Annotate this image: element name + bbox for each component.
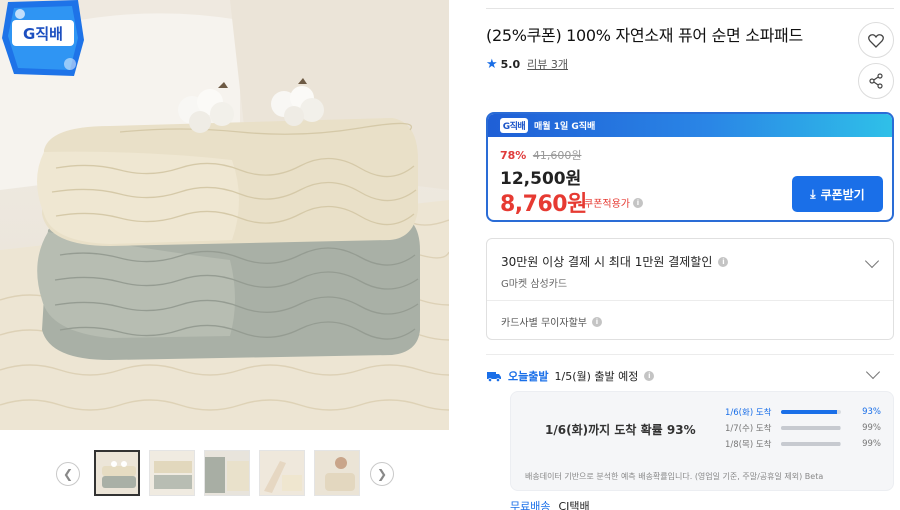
price-card-header: G직배 매월 1일 G직배 (488, 114, 892, 137)
arrival-percent: 99% (862, 423, 881, 433)
thumbnail-strip: ❮ ❯ (0, 430, 449, 510)
shipping-method-row: 무료배송 CJ택배 (510, 498, 590, 510)
thumbnail-image (205, 451, 249, 495)
chevron-right-icon: ❯ (376, 467, 388, 481)
card-box-divider (487, 300, 893, 301)
info-icon[interactable]: i (644, 371, 655, 381)
ship-date: 1/5(월) 출발 예정 (554, 370, 639, 383)
coupon-price: 8,760원 (500, 192, 587, 217)
download-icon: ⤓ (810, 186, 816, 201)
arrival-probability-text: 1/6(화)까지 도착 확률 93% (545, 423, 696, 437)
coupon-button-label: 쿠폰받기 (820, 187, 865, 202)
thumbnail-4[interactable] (259, 450, 305, 496)
card-discount-headline: 30만원 이상 결제 시 최대 1만원 결제할인 (501, 255, 713, 269)
product-info-panel: (25%쿠폰) 100% 자연소재 퓨어 순면 소파패드 ★ 5.0 리뷰 3개… (486, 0, 894, 510)
share-button[interactable] (858, 63, 894, 99)
info-icon[interactable]: i (591, 316, 602, 327)
arrival-percent: 99% (862, 439, 881, 449)
card-discount-box[interactable]: 30만원 이상 결제 시 최대 1만원 결제할인 i G마켓 삼성카드 카드사별… (486, 238, 894, 340)
get-coupon-button[interactable]: ⤓ 쿠폰받기 (792, 176, 883, 212)
share-icon (869, 73, 883, 89)
delivery-row: 오늘출발 1/5(월) 출발 예정 i (486, 368, 655, 384)
probability-bar (781, 426, 841, 430)
chevron-left-icon: ❮ (62, 467, 74, 481)
top-divider (486, 8, 894, 9)
truck-icon (487, 372, 501, 382)
info-icon[interactable]: i (633, 197, 643, 208)
installment-label: 카드사별 무이자할부 (501, 318, 587, 329)
thumbnail-2[interactable] (149, 450, 195, 496)
g-direct-shipping-badge: G직배 (2, 0, 84, 76)
carrier-name: CJ택배 (558, 500, 590, 510)
arrival-percent: 93% (862, 407, 881, 417)
chevron-down-icon[interactable] (865, 364, 881, 380)
info-icon[interactable]: i (718, 256, 729, 267)
delivery-divider (486, 354, 894, 355)
review-count-link[interactable]: 리뷰 3개 (527, 56, 568, 72)
thumbnail-prev-button[interactable]: ❮ (56, 462, 80, 486)
arrival-probability-list: 1/6(화) 도착 93% 1/7(수) 도착 99% 1/8(목) 도착 99% (725, 404, 885, 452)
coupon-price-label: 쿠폰적용가 i (584, 195, 643, 210)
installment-row[interactable]: 카드사별 무이자할부 i (501, 314, 602, 329)
product-main-image[interactable]: G직배 (0, 0, 449, 430)
heart-icon (868, 33, 884, 48)
chevron-down-icon[interactable] (864, 253, 880, 269)
discount-row: 78% 41,600원 (500, 147, 581, 163)
probability-bar-fill (781, 426, 841, 430)
thumbnail-image (150, 451, 194, 495)
arrival-date: 1/7(수) 도착 (725, 424, 772, 434)
price-card-header-text: 매월 1일 G직배 (534, 122, 596, 132)
coupon-label-text: 쿠폰적용가 (584, 199, 630, 210)
rating-row: ★ 5.0 리뷰 3개 (486, 56, 568, 72)
card-name: G마켓 삼성카드 (501, 279, 568, 290)
card-discount-headline-row: 30만원 이상 결제 시 최대 1만원 결제할인 i (501, 253, 729, 270)
star-icon: ★ (486, 56, 498, 72)
thumbnail-1[interactable] (94, 450, 140, 496)
arrival-probability-row: 1/8(목) 도착 99% (725, 436, 885, 452)
probability-bar (781, 410, 841, 414)
thumbnail-image (260, 451, 304, 495)
arrival-date: 1/8(목) 도착 (725, 440, 772, 450)
g-direct-badge: G직배 (500, 118, 528, 133)
thumbnail-image (96, 452, 138, 494)
today-ship-label: 오늘출발 (508, 370, 549, 383)
thumbnail-image (315, 451, 359, 495)
arrival-probability-row: 1/7(수) 도착 99% (725, 420, 885, 436)
thumbnail-next-button[interactable]: ❯ (370, 462, 394, 486)
delivery-probability-box: 1/6(화)까지 도착 확률 93% 1/6(화) 도착 93% 1/7(수) 도착… (510, 391, 894, 491)
probability-bar (781, 442, 841, 446)
original-price: 41,600원 (532, 149, 582, 162)
rating-score: 5.0 (500, 57, 521, 71)
probability-bar-fill (781, 442, 841, 446)
thumbnail-5[interactable] (314, 450, 360, 496)
arrival-date: 1/6(화) 도착 (725, 408, 772, 418)
price-card: G직배 매월 1일 G직배 78% 41,600원 12,500원 8,760원… (486, 112, 894, 222)
probability-bar-fill (781, 410, 837, 414)
thumbnail-3[interactable] (204, 450, 250, 496)
discount-rate: 78% (500, 149, 527, 162)
arrival-probability-row: 1/6(화) 도착 93% (725, 404, 885, 420)
probability-note: 배송데이터 기반으로 분석한 예측 배송확률입니다. (영업일 기준, 주말/공… (525, 472, 824, 481)
free-shipping-link[interactable]: 무료배송 (510, 498, 550, 510)
wishlist-button[interactable] (858, 22, 894, 58)
shipping-badge-text: G직배 (23, 25, 63, 43)
product-title: (25%쿠폰) 100% 자연소재 퓨어 순면 소파패드 (486, 26, 803, 45)
